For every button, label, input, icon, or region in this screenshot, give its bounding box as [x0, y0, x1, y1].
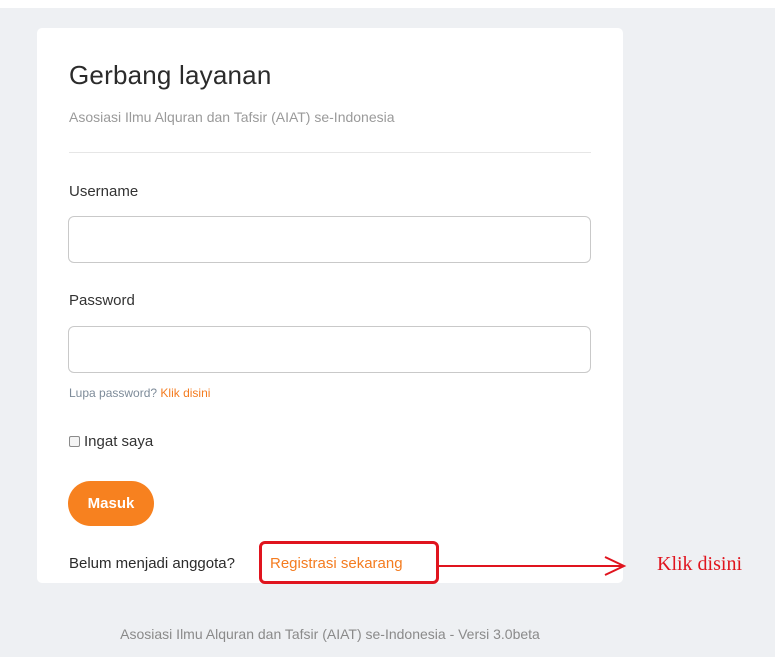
password-input[interactable]: [68, 326, 591, 373]
annotation-label: Klik disini: [657, 553, 743, 575]
remember-me-row[interactable]: Ingat saya: [69, 433, 153, 450]
register-prompt: Belum menjadi anggota?: [69, 555, 235, 572]
forgot-password-link[interactable]: Klik disini: [160, 386, 210, 400]
annotation-highlight-box: [259, 541, 439, 584]
login-card: Gerbang layanan Asosiasi Ilmu Alquran da…: [37, 28, 623, 583]
page-title: Gerbang layanan: [69, 60, 272, 90]
username-label: Username: [69, 183, 139, 200]
password-label: Password: [69, 292, 135, 309]
annotation-arrow-icon: [439, 556, 627, 576]
remember-me-label[interactable]: Ingat saya: [84, 433, 153, 450]
divider: [69, 152, 591, 153]
page-subtitle: Asosiasi Ilmu Alquran dan Tafsir (AIAT) …: [69, 109, 395, 125]
forgot-password-row: Lupa password? Klik disini: [69, 386, 210, 400]
remember-me-checkbox[interactable]: [69, 436, 80, 447]
login-button[interactable]: Masuk: [68, 481, 154, 526]
username-input[interactable]: [68, 216, 591, 263]
footer-text: Asosiasi Ilmu Alquran dan Tafsir (AIAT) …: [120, 626, 540, 642]
forgot-password-text: Lupa password?: [69, 386, 158, 400]
